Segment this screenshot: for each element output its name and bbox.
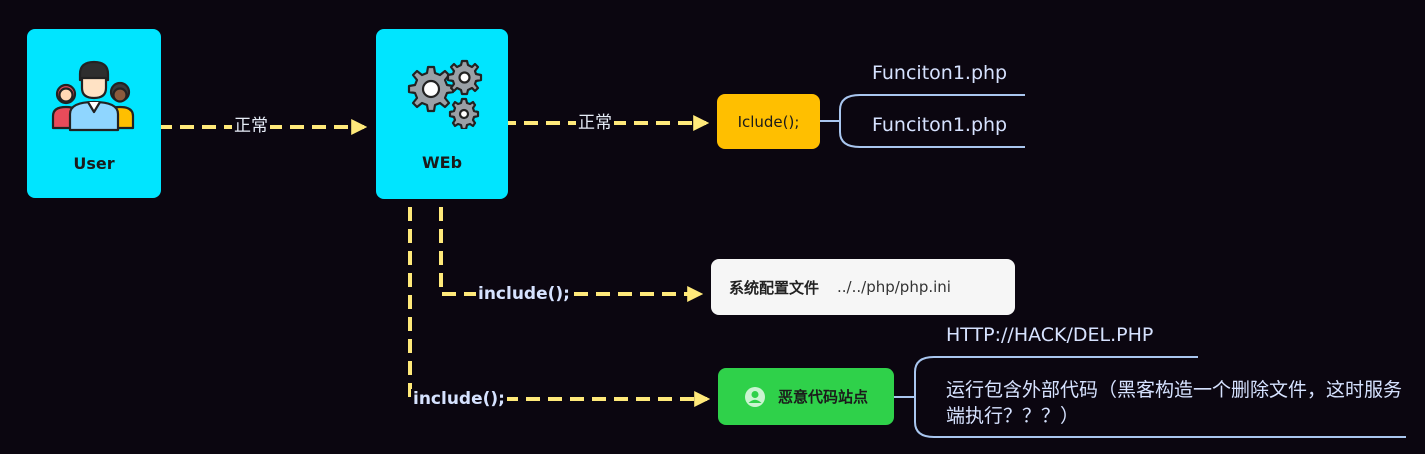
iclude-branch-item: Funciton1.php	[872, 114, 1008, 136]
config-node-label: 系统配置文件	[729, 278, 820, 297]
config-node[interactable]: 系统配置文件 ../../php/php.ini	[711, 259, 1015, 315]
edge-label-web-config: include();	[476, 284, 572, 304]
iclude-branch-item: Funciton1.php	[872, 62, 1008, 84]
malicious-site-node[interactable]: 恶意代码站点	[718, 368, 894, 425]
user-group-icon	[51, 60, 135, 132]
avatar-icon	[744, 386, 765, 407]
malicious-branch-description: 运行包含外部代码（黑客构造一个删除文件，这时服务端执行？？？）	[946, 379, 1403, 427]
edge-label-user-web: 正常	[232, 116, 270, 136]
user-node-label: User	[73, 154, 115, 173]
iclude-node-label: Iclude();	[737, 112, 800, 131]
edge-label-web-iclude: 正常	[576, 113, 614, 133]
user-node[interactable]: User	[27, 29, 161, 198]
malicious-branch-url: HTTP://HACK/DEL.PHP	[946, 324, 1154, 346]
edge-web-config	[439, 207, 704, 302]
iclude-node[interactable]: Iclude();	[717, 94, 820, 149]
edge-label-web-malicious: include();	[411, 389, 507, 409]
web-node-label: WEb	[421, 152, 463, 172]
config-node-path: ../../php/php.ini	[837, 278, 951, 296]
gears-icon	[407, 59, 483, 129]
malicious-site-label: 恶意代码站点	[777, 388, 868, 406]
web-node[interactable]: WEb	[376, 29, 508, 199]
